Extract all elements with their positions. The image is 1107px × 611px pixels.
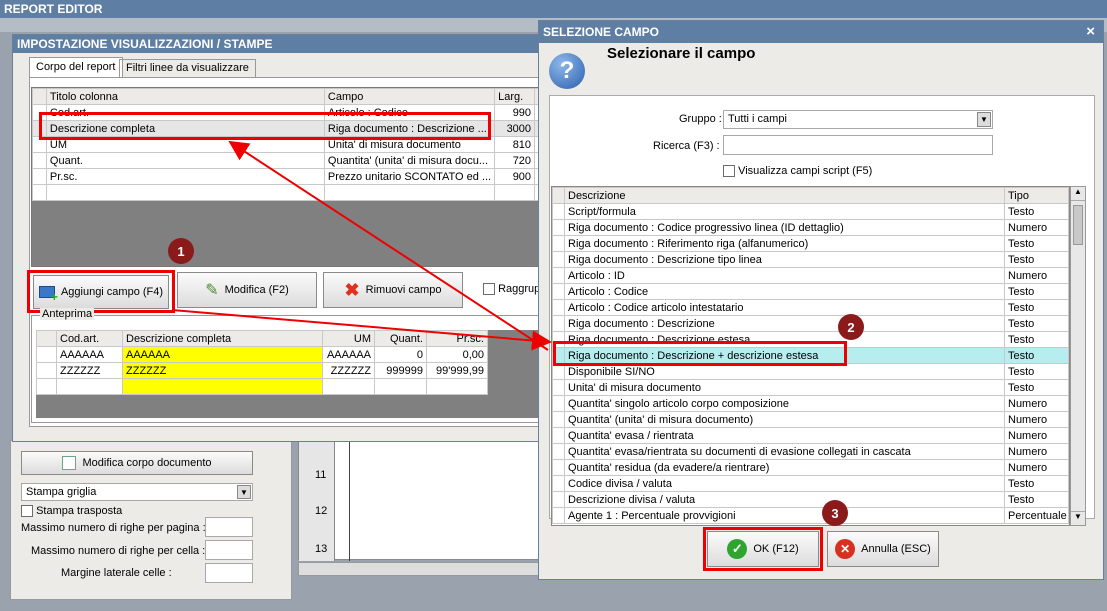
step-badge-3: 3: [822, 500, 848, 526]
step-badge-2: 2: [838, 314, 864, 340]
annotation-arrows: [171, 140, 552, 351]
step-badge-1: 1: [168, 238, 194, 264]
